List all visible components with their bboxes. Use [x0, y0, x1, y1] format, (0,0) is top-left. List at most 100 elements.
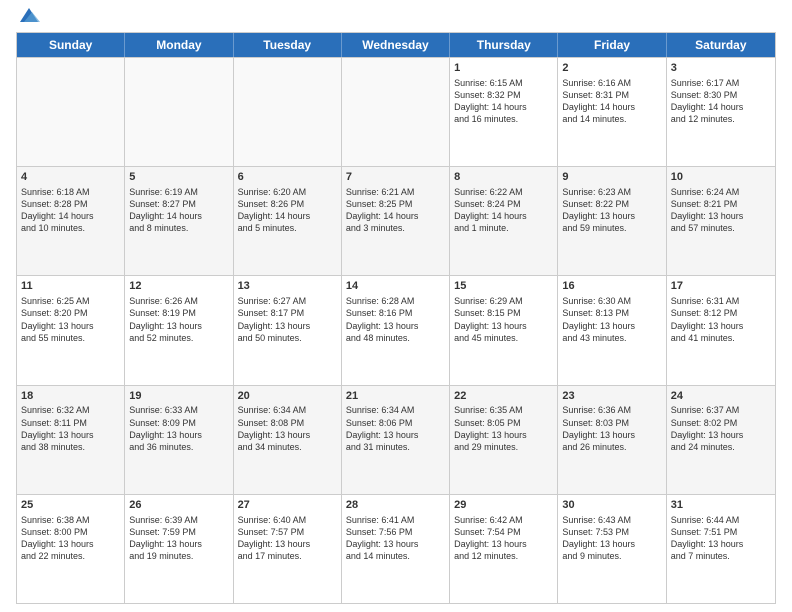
weekday-header: Wednesday: [342, 33, 450, 57]
weekday-header: Tuesday: [234, 33, 342, 57]
day-number: 1: [454, 61, 553, 76]
day-number: 31: [671, 498, 771, 513]
day-info: Sunrise: 6:44 AM Sunset: 7:51 PM Dayligh…: [671, 514, 771, 563]
day-cell: 29Sunrise: 6:42 AM Sunset: 7:54 PM Dayli…: [450, 495, 558, 603]
day-number: 26: [129, 498, 228, 513]
day-number: 29: [454, 498, 553, 513]
calendar-row: 11Sunrise: 6:25 AM Sunset: 8:20 PM Dayli…: [17, 275, 775, 384]
day-cell: 30Sunrise: 6:43 AM Sunset: 7:53 PM Dayli…: [558, 495, 666, 603]
logo: [16, 12, 40, 26]
day-cell: 15Sunrise: 6:29 AM Sunset: 8:15 PM Dayli…: [450, 276, 558, 384]
calendar-body: 1Sunrise: 6:15 AM Sunset: 8:32 PM Daylig…: [17, 57, 775, 603]
day-cell: 14Sunrise: 6:28 AM Sunset: 8:16 PM Dayli…: [342, 276, 450, 384]
calendar: SundayMondayTuesdayWednesdayThursdayFrid…: [16, 32, 776, 604]
weekday-header: Sunday: [17, 33, 125, 57]
day-cell: 18Sunrise: 6:32 AM Sunset: 8:11 PM Dayli…: [17, 386, 125, 494]
day-cell: 8Sunrise: 6:22 AM Sunset: 8:24 PM Daylig…: [450, 167, 558, 275]
day-cell: 19Sunrise: 6:33 AM Sunset: 8:09 PM Dayli…: [125, 386, 233, 494]
day-info: Sunrise: 6:23 AM Sunset: 8:22 PM Dayligh…: [562, 186, 661, 235]
calendar-header-row: SundayMondayTuesdayWednesdayThursdayFrid…: [17, 33, 775, 57]
day-info: Sunrise: 6:40 AM Sunset: 7:57 PM Dayligh…: [238, 514, 337, 563]
day-number: 23: [562, 389, 661, 404]
day-cell: 13Sunrise: 6:27 AM Sunset: 8:17 PM Dayli…: [234, 276, 342, 384]
day-info: Sunrise: 6:34 AM Sunset: 8:06 PM Dayligh…: [346, 404, 445, 453]
day-cell: 12Sunrise: 6:26 AM Sunset: 8:19 PM Dayli…: [125, 276, 233, 384]
day-info: Sunrise: 6:20 AM Sunset: 8:26 PM Dayligh…: [238, 186, 337, 235]
day-info: Sunrise: 6:33 AM Sunset: 8:09 PM Dayligh…: [129, 404, 228, 453]
day-cell: 1Sunrise: 6:15 AM Sunset: 8:32 PM Daylig…: [450, 58, 558, 166]
day-cell: 2Sunrise: 6:16 AM Sunset: 8:31 PM Daylig…: [558, 58, 666, 166]
day-number: 2: [562, 61, 661, 76]
day-info: Sunrise: 6:28 AM Sunset: 8:16 PM Dayligh…: [346, 295, 445, 344]
day-number: 20: [238, 389, 337, 404]
day-cell: 17Sunrise: 6:31 AM Sunset: 8:12 PM Dayli…: [667, 276, 775, 384]
day-cell: 25Sunrise: 6:38 AM Sunset: 8:00 PM Dayli…: [17, 495, 125, 603]
day-number: 9: [562, 170, 661, 185]
day-info: Sunrise: 6:41 AM Sunset: 7:56 PM Dayligh…: [346, 514, 445, 563]
day-cell: 28Sunrise: 6:41 AM Sunset: 7:56 PM Dayli…: [342, 495, 450, 603]
day-info: Sunrise: 6:24 AM Sunset: 8:21 PM Dayligh…: [671, 186, 771, 235]
day-info: Sunrise: 6:21 AM Sunset: 8:25 PM Dayligh…: [346, 186, 445, 235]
day-cell: 27Sunrise: 6:40 AM Sunset: 7:57 PM Dayli…: [234, 495, 342, 603]
day-info: Sunrise: 6:35 AM Sunset: 8:05 PM Dayligh…: [454, 404, 553, 453]
day-cell: 9Sunrise: 6:23 AM Sunset: 8:22 PM Daylig…: [558, 167, 666, 275]
logo-icon: [18, 4, 40, 26]
calendar-row: 18Sunrise: 6:32 AM Sunset: 8:11 PM Dayli…: [17, 385, 775, 494]
day-cell: 10Sunrise: 6:24 AM Sunset: 8:21 PM Dayli…: [667, 167, 775, 275]
day-number: 22: [454, 389, 553, 404]
weekday-header: Saturday: [667, 33, 775, 57]
day-cell: 26Sunrise: 6:39 AM Sunset: 7:59 PM Dayli…: [125, 495, 233, 603]
day-info: Sunrise: 6:43 AM Sunset: 7:53 PM Dayligh…: [562, 514, 661, 563]
empty-cell: [234, 58, 342, 166]
day-info: Sunrise: 6:37 AM Sunset: 8:02 PM Dayligh…: [671, 404, 771, 453]
day-info: Sunrise: 6:17 AM Sunset: 8:30 PM Dayligh…: [671, 77, 771, 126]
calendar-row: 4Sunrise: 6:18 AM Sunset: 8:28 PM Daylig…: [17, 166, 775, 275]
day-cell: 6Sunrise: 6:20 AM Sunset: 8:26 PM Daylig…: [234, 167, 342, 275]
day-info: Sunrise: 6:18 AM Sunset: 8:28 PM Dayligh…: [21, 186, 120, 235]
day-info: Sunrise: 6:15 AM Sunset: 8:32 PM Dayligh…: [454, 77, 553, 126]
day-cell: 3Sunrise: 6:17 AM Sunset: 8:30 PM Daylig…: [667, 58, 775, 166]
day-info: Sunrise: 6:30 AM Sunset: 8:13 PM Dayligh…: [562, 295, 661, 344]
header: [16, 12, 776, 26]
day-cell: 23Sunrise: 6:36 AM Sunset: 8:03 PM Dayli…: [558, 386, 666, 494]
day-cell: 21Sunrise: 6:34 AM Sunset: 8:06 PM Dayli…: [342, 386, 450, 494]
day-number: 21: [346, 389, 445, 404]
day-info: Sunrise: 6:26 AM Sunset: 8:19 PM Dayligh…: [129, 295, 228, 344]
day-number: 24: [671, 389, 771, 404]
day-info: Sunrise: 6:19 AM Sunset: 8:27 PM Dayligh…: [129, 186, 228, 235]
day-info: Sunrise: 6:32 AM Sunset: 8:11 PM Dayligh…: [21, 404, 120, 453]
day-number: 10: [671, 170, 771, 185]
day-number: 5: [129, 170, 228, 185]
empty-cell: [17, 58, 125, 166]
day-number: 17: [671, 279, 771, 294]
weekday-header: Thursday: [450, 33, 558, 57]
day-info: Sunrise: 6:25 AM Sunset: 8:20 PM Dayligh…: [21, 295, 120, 344]
day-info: Sunrise: 6:22 AM Sunset: 8:24 PM Dayligh…: [454, 186, 553, 235]
calendar-row: 25Sunrise: 6:38 AM Sunset: 8:00 PM Dayli…: [17, 494, 775, 603]
day-number: 11: [21, 279, 120, 294]
day-cell: 16Sunrise: 6:30 AM Sunset: 8:13 PM Dayli…: [558, 276, 666, 384]
day-info: Sunrise: 6:31 AM Sunset: 8:12 PM Dayligh…: [671, 295, 771, 344]
day-number: 13: [238, 279, 337, 294]
day-number: 7: [346, 170, 445, 185]
day-number: 19: [129, 389, 228, 404]
day-number: 4: [21, 170, 120, 185]
day-info: Sunrise: 6:36 AM Sunset: 8:03 PM Dayligh…: [562, 404, 661, 453]
day-info: Sunrise: 6:27 AM Sunset: 8:17 PM Dayligh…: [238, 295, 337, 344]
day-info: Sunrise: 6:16 AM Sunset: 8:31 PM Dayligh…: [562, 77, 661, 126]
calendar-row: 1Sunrise: 6:15 AM Sunset: 8:32 PM Daylig…: [17, 57, 775, 166]
day-number: 3: [671, 61, 771, 76]
page: SundayMondayTuesdayWednesdayThursdayFrid…: [0, 0, 792, 612]
weekday-header: Monday: [125, 33, 233, 57]
day-number: 27: [238, 498, 337, 513]
weekday-header: Friday: [558, 33, 666, 57]
day-cell: 22Sunrise: 6:35 AM Sunset: 8:05 PM Dayli…: [450, 386, 558, 494]
day-number: 16: [562, 279, 661, 294]
day-cell: 4Sunrise: 6:18 AM Sunset: 8:28 PM Daylig…: [17, 167, 125, 275]
day-number: 28: [346, 498, 445, 513]
day-cell: 7Sunrise: 6:21 AM Sunset: 8:25 PM Daylig…: [342, 167, 450, 275]
day-number: 6: [238, 170, 337, 185]
day-cell: 20Sunrise: 6:34 AM Sunset: 8:08 PM Dayli…: [234, 386, 342, 494]
day-info: Sunrise: 6:39 AM Sunset: 7:59 PM Dayligh…: [129, 514, 228, 563]
day-number: 18: [21, 389, 120, 404]
